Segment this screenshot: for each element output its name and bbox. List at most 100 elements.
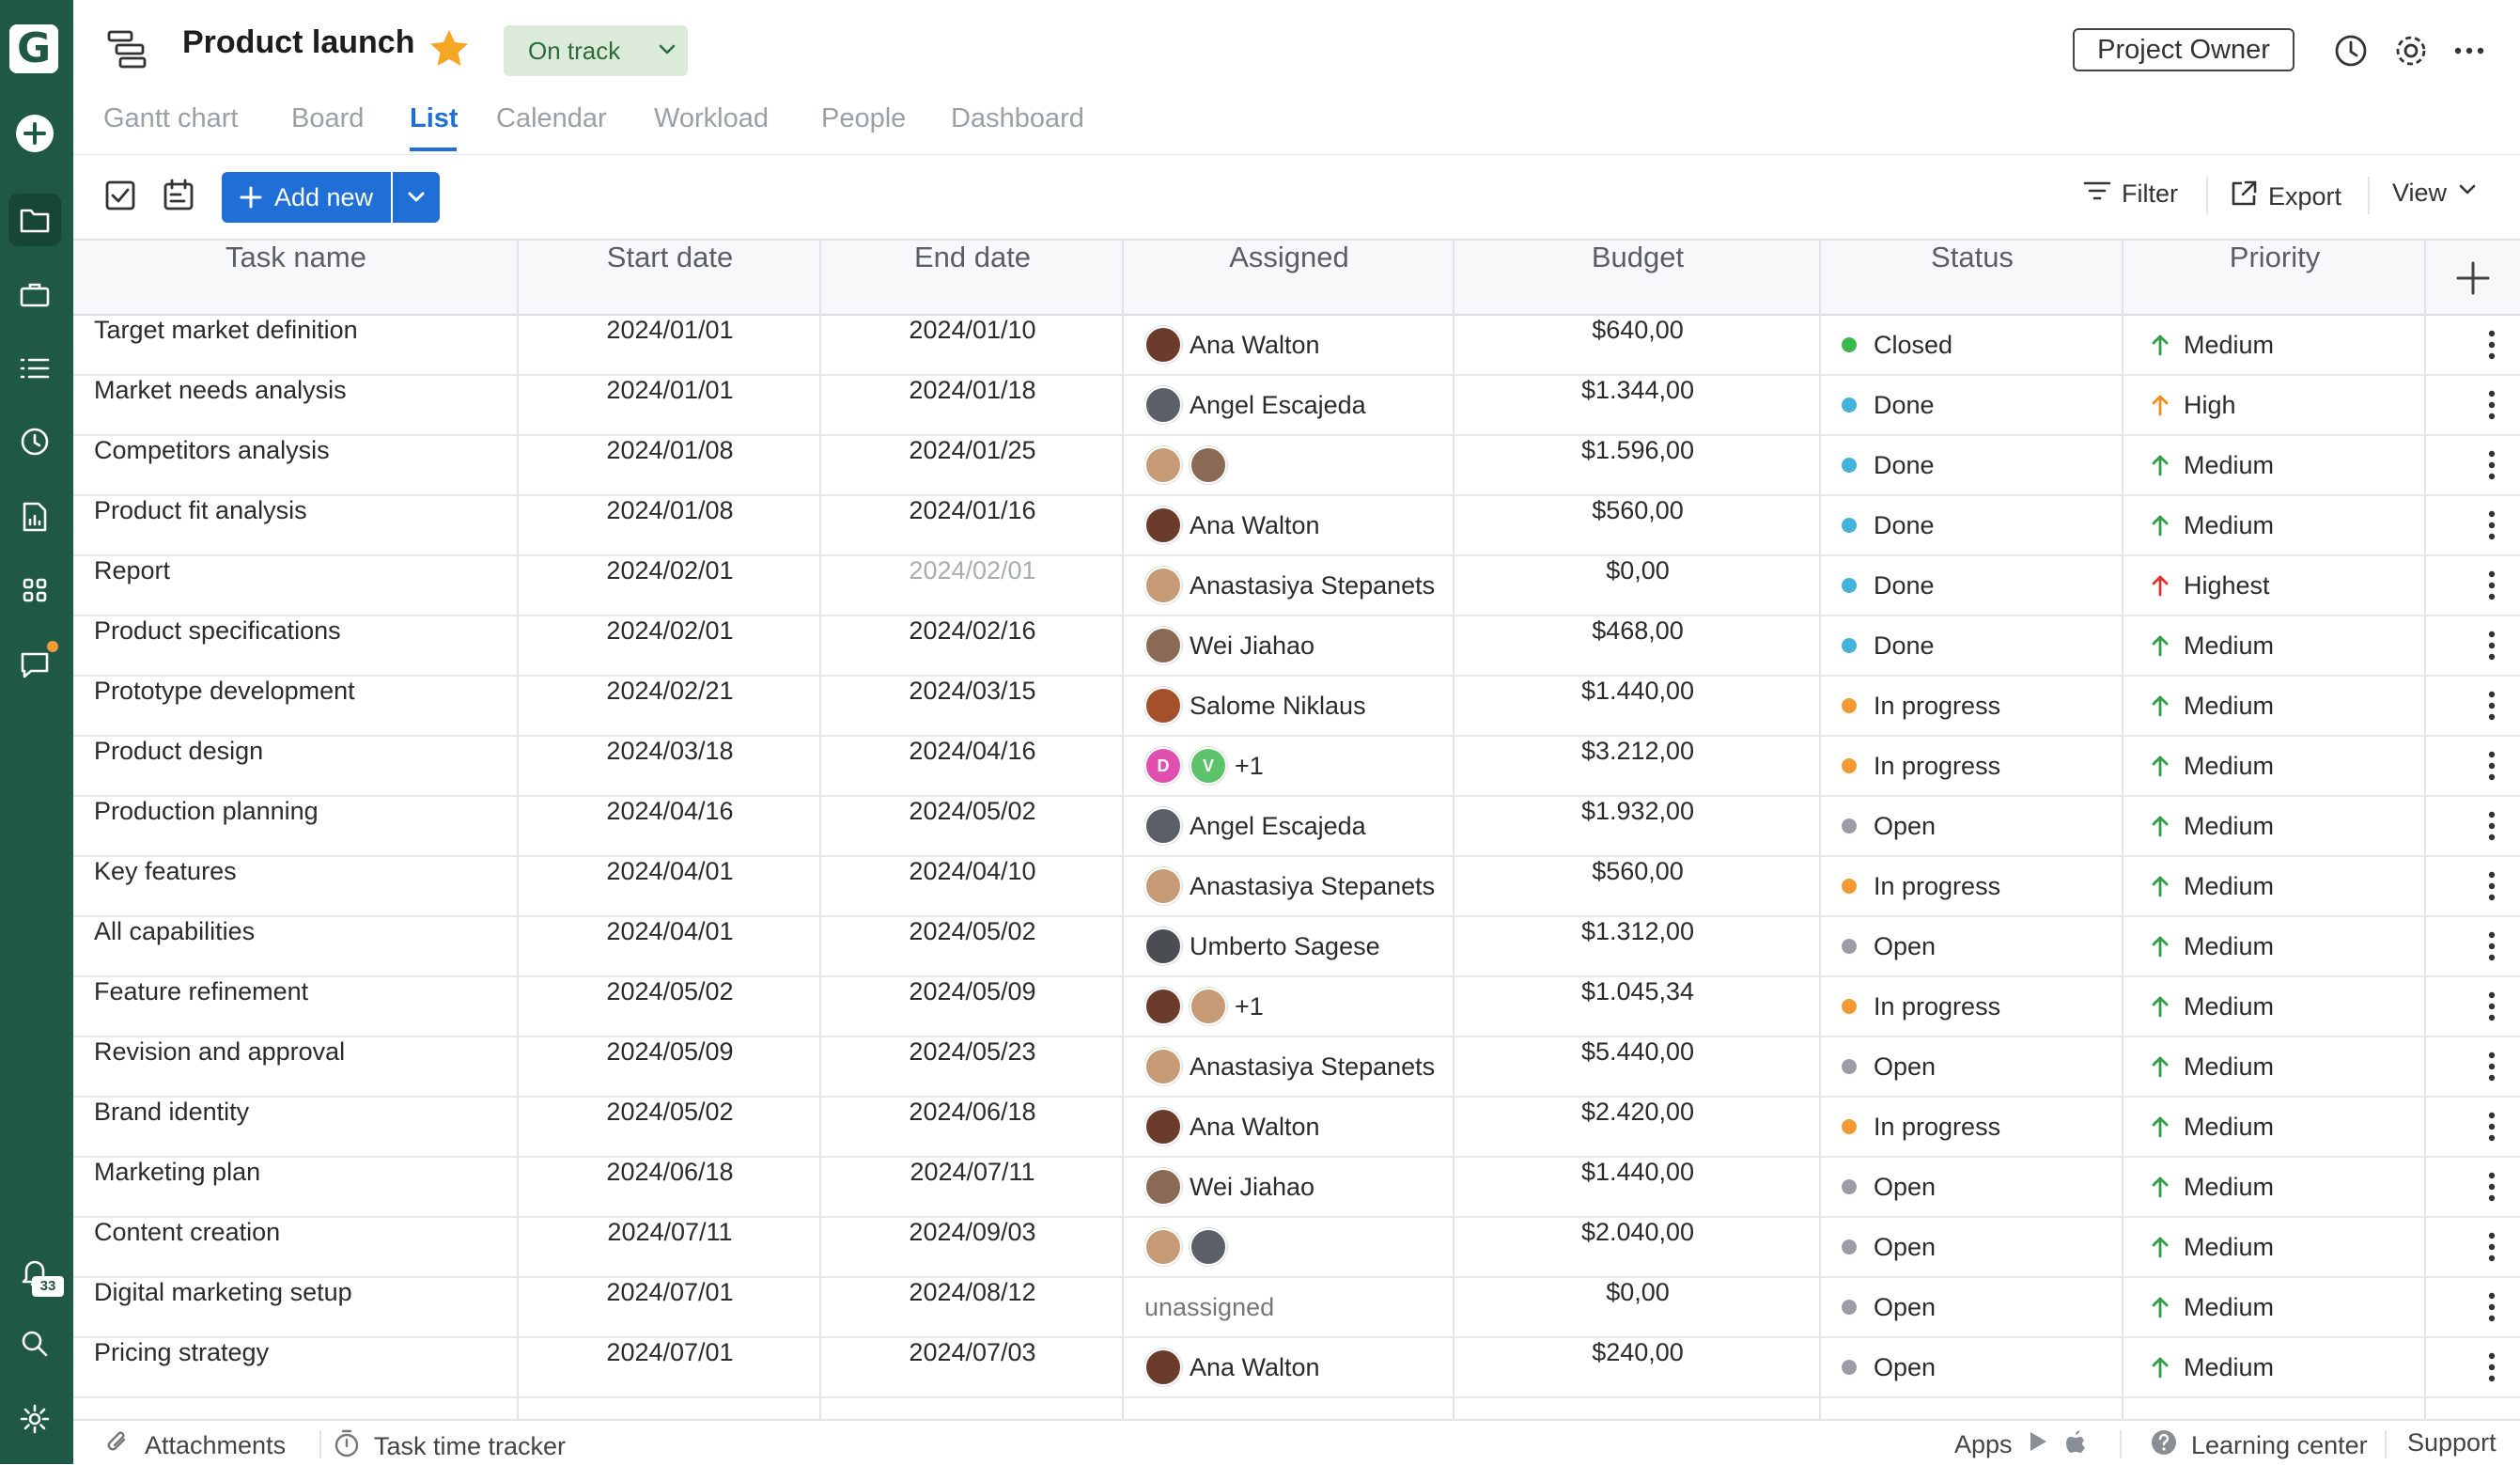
start-date[interactable]: 2024/07/01: [519, 1278, 821, 1336]
end-date[interactable]: 2024/07/03: [821, 1338, 1124, 1396]
table-row[interactable]: Target market definition 2024/01/01 2024/0…: [73, 316, 2520, 376]
budget-value[interactable]: $1.045,34: [1454, 977, 1821, 1036]
row-more-options-icon[interactable]: [2466, 1098, 2518, 1156]
budget-value[interactable]: $1.596,00: [1454, 436, 1821, 494]
table-row[interactable]: Prototype development 2024/02/21 2024/03/1…: [73, 677, 2520, 737]
assigned-cell[interactable]: D V +1: [1144, 737, 1473, 795]
status-cell[interactable]: Done: [1842, 496, 2142, 554]
row-more-options-icon[interactable]: [2466, 1338, 2518, 1396]
projects-folder-icon[interactable]: [8, 194, 61, 246]
tasks-list-icon[interactable]: [8, 342, 61, 395]
status-cell[interactable]: Open: [1842, 1158, 2142, 1216]
create-plus-icon[interactable]: [8, 107, 61, 160]
budget-value[interactable]: $0,00: [1454, 1278, 1821, 1336]
assigned-cell[interactable]: [1144, 436, 1473, 494]
table-row[interactable]: Content creation 2024/07/11 2024/09/03 $2.0…: [73, 1218, 2520, 1278]
end-date[interactable]: 2024/09/03: [821, 1218, 1124, 1276]
start-date[interactable]: 2024/04/01: [519, 917, 821, 975]
end-date[interactable]: 2024/05/09: [821, 977, 1124, 1036]
assigned-cell[interactable]: Anastasiya Stepanets: [1144, 857, 1473, 915]
history-icon[interactable]: [2332, 32, 2370, 74]
table-row[interactable]: Market needs analysis 2024/01/01 2024/01/1…: [73, 376, 2520, 436]
row-more-options-icon[interactable]: [2466, 1158, 2518, 1216]
budget-value[interactable]: $1.312,00: [1454, 917, 1821, 975]
table-row[interactable]: All capabilities 2024/04/01 2024/05/02 Umbe…: [73, 917, 2520, 977]
status-cell[interactable]: In progress: [1842, 1098, 2142, 1156]
app-logo[interactable]: G: [9, 24, 58, 73]
budget-value[interactable]: $1.932,00: [1454, 797, 1821, 855]
budget-value[interactable]: $2.420,00: [1454, 1098, 1821, 1156]
row-more-options-icon[interactable]: [2466, 316, 2518, 374]
priority-cell[interactable]: Medium: [2152, 1098, 2452, 1156]
assigned-cell[interactable]: Ana Walton: [1144, 1098, 1473, 1156]
column-header-priority[interactable]: Priority: [2123, 241, 2426, 314]
column-header-end-date[interactable]: End date: [821, 241, 1124, 314]
row-more-options-icon[interactable]: [2466, 917, 2518, 975]
end-date[interactable]: 2024/04/16: [821, 737, 1124, 795]
assigned-cell[interactable]: Ana Walton: [1144, 316, 1473, 374]
row-more-options-icon[interactable]: [2466, 857, 2518, 915]
apps-button[interactable]: Apps: [1954, 1428, 2088, 1461]
end-date[interactable]: 2024/04/10: [821, 857, 1124, 915]
priority-cell[interactable]: Medium: [2152, 436, 2452, 494]
time-clock-icon[interactable]: [8, 415, 61, 468]
assigned-cell[interactable]: Angel Escajeda: [1144, 797, 1473, 855]
start-date[interactable]: 2024/07/11: [519, 1218, 821, 1276]
table-row[interactable]: Pricing strategy 2024/07/01 2024/07/03 Ana …: [73, 1338, 2520, 1398]
status-cell[interactable]: Done: [1842, 436, 2142, 494]
end-date[interactable]: 2024/07/11: [821, 1158, 1124, 1216]
table-row[interactable]: Brand identity 2024/05/02 2024/06/18 Ana Wa…: [73, 1098, 2520, 1158]
export-button[interactable]: Export: [2229, 179, 2341, 215]
row-more-options-icon[interactable]: [2466, 616, 2518, 675]
task-name[interactable]: Feature refinement: [94, 977, 507, 1036]
assigned-cell[interactable]: Ana Walton: [1144, 1338, 1473, 1396]
table-row[interactable]: Report 2024/02/01 2024/02/01 Anastasiya Ste…: [73, 556, 2520, 616]
status-cell[interactable]: In progress: [1842, 857, 2142, 915]
status-cell[interactable]: Open: [1842, 797, 2142, 855]
reports-icon[interactable]: [8, 491, 61, 543]
assigned-cell[interactable]: +1: [1144, 977, 1473, 1036]
end-date[interactable]: 2024/05/23: [821, 1037, 1124, 1096]
end-date[interactable]: 2024/03/15: [821, 677, 1124, 735]
task-name[interactable]: Product design: [94, 737, 507, 795]
budget-value[interactable]: $1.440,00: [1454, 1158, 1821, 1216]
table-row[interactable]: Product fit analysis 2024/01/08 2024/01/16…: [73, 496, 2520, 556]
table-row[interactable]: Digital marketing setup 2024/07/01 2024/08…: [73, 1278, 2520, 1338]
table-row[interactable]: Revision and approval 2024/05/09 2024/05/2…: [73, 1037, 2520, 1098]
row-more-options-icon[interactable]: [2466, 496, 2518, 554]
project-status-dropdown[interactable]: On track: [504, 25, 688, 76]
view-button[interactable]: View: [2392, 179, 2479, 208]
start-date[interactable]: 2024/04/01: [519, 857, 821, 915]
assigned-cell[interactable]: Wei Jiahao: [1144, 1158, 1473, 1216]
column-header-assigned[interactable]: Assigned: [1124, 241, 1454, 314]
budget-value[interactable]: $1.440,00: [1454, 677, 1821, 735]
portfolio-briefcase-icon[interactable]: [8, 269, 61, 321]
priority-cell[interactable]: Medium: [2152, 496, 2452, 554]
end-date[interactable]: 2024/06/18: [821, 1098, 1124, 1156]
budget-value[interactable]: $560,00: [1454, 857, 1821, 915]
table-row[interactable]: Key features 2024/04/01 2024/04/10 Anastasi…: [73, 857, 2520, 917]
status-cell[interactable]: In progress: [1842, 677, 2142, 735]
task-name[interactable]: Production planning: [94, 797, 507, 855]
task-name[interactable]: Revision and approval: [94, 1037, 507, 1096]
budget-value[interactable]: $1.344,00: [1454, 376, 1821, 434]
table-row[interactable]: Competitors analysis 2024/01/08 2024/01/25…: [73, 436, 2520, 496]
priority-cell[interactable]: Medium: [2152, 797, 2452, 855]
priority-cell[interactable]: Medium: [2152, 1218, 2452, 1276]
row-more-options-icon[interactable]: [2466, 1218, 2518, 1276]
priority-cell[interactable]: Medium: [2152, 316, 2452, 374]
status-cell[interactable]: Done: [1842, 616, 2142, 675]
assigned-cell[interactable]: Anastasiya Stepanets: [1144, 1037, 1473, 1096]
start-date[interactable]: 2024/01/08: [519, 496, 821, 554]
status-cell[interactable]: Open: [1842, 1037, 2142, 1096]
tab-workload[interactable]: Workload: [654, 103, 769, 134]
filter-button[interactable]: Filter: [2082, 179, 2178, 210]
table-row[interactable]: Production planning 2024/04/16 2024/05/02 A…: [73, 797, 2520, 857]
priority-cell[interactable]: Medium: [2152, 677, 2452, 735]
row-more-options-icon[interactable]: [2466, 556, 2518, 615]
assigned-cell[interactable]: Wei Jiahao: [1144, 616, 1473, 675]
add-new-dropdown-chevron-icon[interactable]: [404, 185, 428, 216]
settings-gear-icon[interactable]: [8, 1393, 61, 1445]
start-date[interactable]: 2024/06/18: [519, 1158, 821, 1216]
tab-people[interactable]: People: [821, 103, 906, 134]
